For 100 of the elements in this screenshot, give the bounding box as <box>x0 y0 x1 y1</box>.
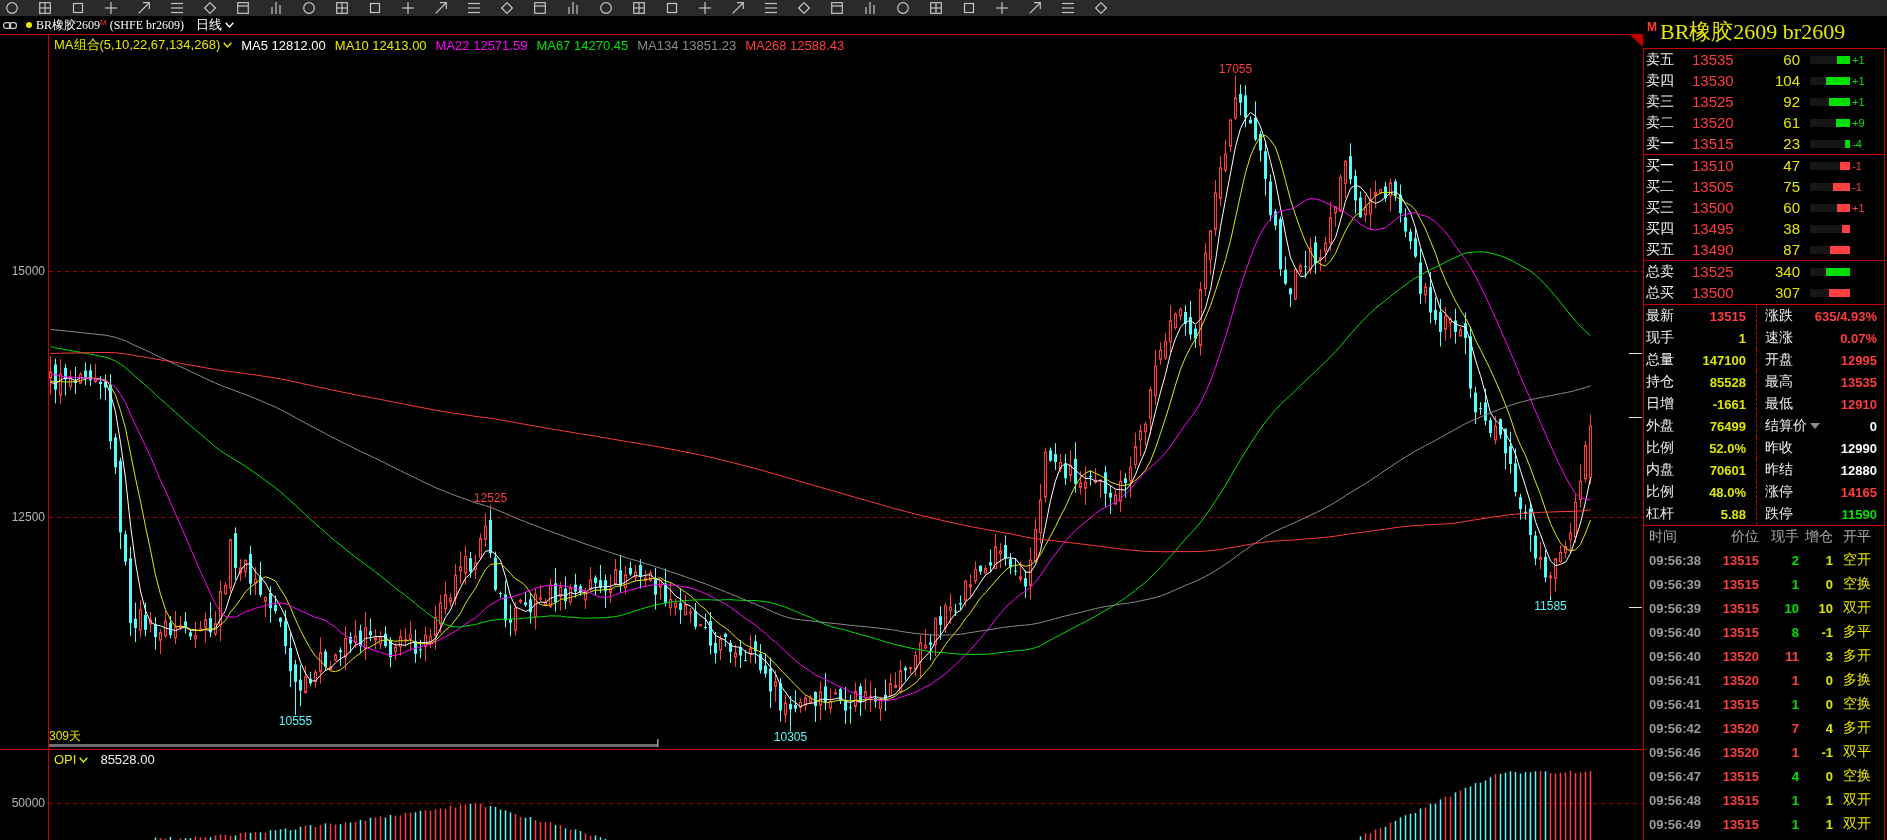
trade-type: 多开 <box>1842 719 1872 737</box>
diamond-icon[interactable] <box>501 2 513 14</box>
trade-price: 13515 <box>1721 696 1759 712</box>
depth-label: 卖一 <box>1646 134 1675 153</box>
trade-price: 13515 <box>1721 624 1759 640</box>
arrow-icon[interactable] <box>138 2 150 14</box>
column-header: 开平 <box>1842 528 1872 546</box>
menu-icon[interactable] <box>765 2 777 14</box>
trade-type: 空换 <box>1842 695 1872 713</box>
order-volume: 61 <box>1782 114 1800 131</box>
stat-label: 日增 <box>1646 395 1674 413</box>
trade-volume: 1 <box>1790 696 1799 712</box>
order-volume: 47 <box>1782 157 1800 174</box>
caret-icon[interactable] <box>223 42 233 48</box>
bar-chart-icon[interactable] <box>567 2 579 14</box>
order-price: 13515 <box>1692 135 1735 152</box>
ma-value: MA134 13851.23 <box>637 37 737 53</box>
bar-chart-icon[interactable] <box>864 2 876 14</box>
trade-price: 13515 <box>1721 576 1759 592</box>
ma-value: MA22 12571.59 <box>435 37 528 53</box>
grid-icon[interactable] <box>930 2 942 14</box>
depth-label: 买一 <box>1646 156 1675 175</box>
period-dropdown[interactable]: 日线 <box>196 16 235 34</box>
depth-label: 卖四 <box>1646 71 1675 90</box>
depth-label: 买四 <box>1646 219 1675 238</box>
arrow-icon[interactable] <box>1029 2 1041 14</box>
circle-icon[interactable] <box>897 2 909 14</box>
axis-label: 12500 <box>11 510 45 524</box>
trade-time: 09:56:41 <box>1649 672 1703 688</box>
depth-label: 买五 <box>1646 240 1675 259</box>
volume-change: +9 <box>1851 116 1866 129</box>
depth-label: 卖三 <box>1646 92 1675 111</box>
plus-icon[interactable] <box>699 2 711 14</box>
stat-value: 12995 <box>1840 352 1877 368</box>
open-interest-change: -1 <box>1820 624 1833 640</box>
stat-label: 持仓 <box>1646 373 1674 391</box>
circle-icon[interactable] <box>600 2 612 14</box>
arrow-icon[interactable] <box>732 2 744 14</box>
square-icon[interactable] <box>72 2 84 14</box>
volume-change: +1 <box>1851 74 1866 87</box>
caret-icon[interactable] <box>1810 423 1820 429</box>
stat-value: 70601 <box>1709 462 1746 478</box>
square-icon[interactable] <box>369 2 381 14</box>
trade-price: 13520 <box>1721 720 1759 736</box>
menu-icon[interactable] <box>468 2 480 14</box>
caret-icon[interactable] <box>79 756 89 763</box>
order-price: 13500 <box>1692 284 1735 301</box>
stat-label: 速涨 <box>1765 329 1793 347</box>
link-icon[interactable] <box>3 21 17 29</box>
menu-icon[interactable] <box>1062 2 1074 14</box>
volume-change: +1 <box>1851 95 1866 108</box>
diamond-icon[interactable] <box>798 2 810 14</box>
bar-chart-icon[interactable] <box>270 2 282 14</box>
window-icon[interactable] <box>237 2 249 14</box>
indicator-dropdown[interactable]: OPI <box>54 752 89 767</box>
arrow-icon[interactable] <box>435 2 447 14</box>
order-price: 13535 <box>1692 51 1735 68</box>
stat-value: 12910 <box>1840 396 1877 412</box>
order-price: 13505 <box>1692 178 1735 195</box>
window-icon[interactable] <box>534 2 546 14</box>
stat-value: 13515 <box>1709 308 1746 324</box>
order-volume: 38 <box>1782 220 1800 237</box>
order-price: 13525 <box>1692 93 1735 110</box>
depth-label: 卖二 <box>1646 113 1675 132</box>
trade-type: 空换 <box>1842 575 1872 593</box>
trade-time: 09:56:41 <box>1649 696 1703 712</box>
stat-value: 147100 <box>1702 352 1746 368</box>
plus-icon[interactable] <box>402 2 414 14</box>
menu-icon[interactable] <box>171 2 183 14</box>
order-price: 13495 <box>1692 220 1735 237</box>
column-header: 时间 <box>1649 528 1678 546</box>
trade-volume: 1 <box>1790 576 1799 592</box>
order-volume: 60 <box>1782 199 1800 216</box>
square-icon[interactable] <box>666 2 678 14</box>
stat-value: 0 <box>1869 418 1877 434</box>
depth-label: 卖五 <box>1646 50 1675 69</box>
grid-icon[interactable] <box>336 2 348 14</box>
stat-value: 48.0% <box>1709 484 1746 500</box>
order-volume: 104 <box>1773 72 1800 89</box>
window-icon[interactable] <box>831 2 843 14</box>
stat-value: 76499 <box>1709 418 1746 434</box>
diamond-icon[interactable] <box>204 2 216 14</box>
plus-icon[interactable] <box>105 2 117 14</box>
plus-icon[interactable] <box>996 2 1008 14</box>
grid-icon[interactable] <box>39 2 51 14</box>
scrollbar[interactable] <box>49 739 659 747</box>
square-icon[interactable] <box>963 2 975 14</box>
stat-label: 比例 <box>1646 439 1674 457</box>
price-label: 12525 <box>473 490 508 505</box>
circle-icon[interactable] <box>6 2 18 14</box>
trade-price: 13515 <box>1721 768 1759 784</box>
open-interest-change: 1 <box>1824 552 1833 568</box>
stat-value: 12880 <box>1840 462 1877 478</box>
ma-value: MA67 14270.45 <box>536 37 629 53</box>
diamond-icon[interactable] <box>1095 2 1107 14</box>
price-label: 17055 <box>1218 61 1253 76</box>
price-label: 11585 <box>1534 599 1567 614</box>
grid-icon[interactable] <box>633 2 645 14</box>
ma-combo-dropdown[interactable]: MA组合(5,10,22,67,134,268) <box>54 36 233 54</box>
circle-icon[interactable] <box>303 2 315 14</box>
